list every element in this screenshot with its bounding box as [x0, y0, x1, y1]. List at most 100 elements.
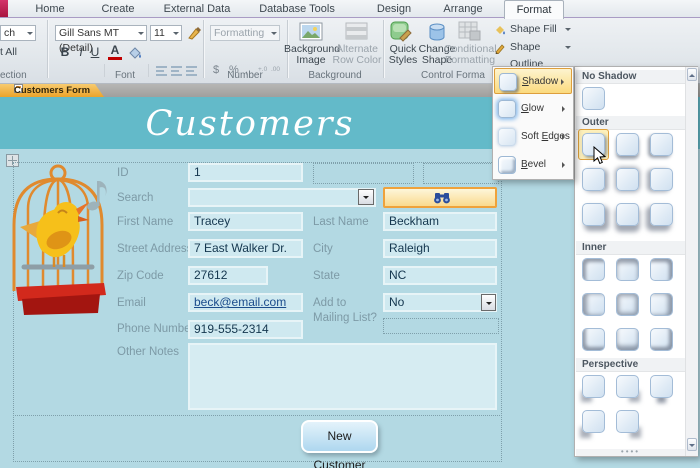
shadow-thumbnail[interactable]	[582, 410, 605, 433]
shadow-thumbnail[interactable]	[616, 410, 639, 433]
section-header-inner: Inner	[576, 241, 685, 255]
conditional-formatting-button[interactable]: Conditional Formatting	[444, 44, 497, 66]
tab-format[interactable]: Format	[504, 0, 564, 19]
tab-design[interactable]: Design	[366, 0, 422, 17]
section-divider	[13, 415, 500, 416]
binoculars-icon	[434, 193, 450, 204]
shape-fill-icon	[496, 26, 505, 35]
email-link[interactable]: beck@email.com	[194, 295, 286, 309]
panel-resize-grip[interactable]: ••••	[576, 448, 685, 456]
fill-color-icon[interactable]	[128, 46, 143, 59]
shadow-thumbnail[interactable]	[616, 133, 639, 156]
email-label: Email	[117, 297, 146, 309]
street-address-field[interactable]: 7 East Walker Dr.	[188, 239, 303, 258]
select-all-button[interactable]: t All	[0, 47, 30, 58]
shadow-thumbnail[interactable]	[582, 203, 605, 226]
id-field[interactable]: 1	[188, 163, 303, 182]
scroll-down-button[interactable]	[687, 438, 697, 451]
shadow-thumbnail-none[interactable]	[582, 87, 605, 110]
number-group-label: Number	[227, 70, 263, 81]
italic-button[interactable]: I	[74, 44, 88, 60]
bold-button[interactable]: B	[58, 44, 72, 60]
shadow-thumbnail[interactable]	[582, 168, 605, 191]
shadow-thumbnail[interactable]	[650, 168, 673, 191]
shape-outline-button[interactable]: Shape Outline	[494, 39, 574, 70]
group-separator	[203, 20, 204, 78]
menu-item-bevel[interactable]: Bevel	[494, 152, 572, 178]
tab-home[interactable]: Home	[22, 0, 78, 17]
soft-edges-preview-icon	[498, 128, 516, 146]
conditional-formatting-icon[interactable]	[458, 21, 482, 43]
shadow-thumbnail[interactable]	[650, 375, 673, 398]
submenu-arrow-icon	[562, 134, 568, 140]
other-notes-field[interactable]	[188, 343, 497, 410]
form-title: Customers	[145, 104, 355, 144]
font-name-combo[interactable]: Gill Sans MT (Detail)	[55, 25, 147, 54]
alternate-row-color-icon[interactable]	[345, 22, 368, 41]
panel-scrollbar[interactable]	[685, 67, 698, 456]
change-shape-icon[interactable]	[426, 21, 448, 43]
shadow-thumbnail[interactable]	[616, 203, 639, 226]
mailing-list-dropdown-button[interactable]	[481, 294, 496, 311]
tab-arrange[interactable]: Arrange	[434, 0, 492, 17]
first-name-label: First Name	[117, 216, 174, 228]
phone-number-field[interactable]: 919-555-2314	[188, 320, 303, 339]
shadow-thumbnail[interactable]	[582, 375, 605, 398]
menu-item-shadow[interactable]: Shadow	[494, 68, 572, 94]
shape-fill-button[interactable]: Shape Fill	[494, 21, 574, 38]
shadow-thumbnail[interactable]	[616, 293, 639, 316]
state-label: State	[313, 270, 340, 282]
object-selector-combo[interactable]: ch	[0, 25, 36, 41]
shadow-thumbnail[interactable]	[616, 168, 639, 191]
first-name-field[interactable]: Tracey	[188, 212, 303, 231]
file-tab[interactable]	[0, 0, 8, 17]
quick-styles-icon[interactable]	[390, 21, 415, 43]
shadow-thumbnail[interactable]	[650, 258, 673, 281]
shadow-thumbnail[interactable]	[582, 328, 605, 351]
mailing-list-label-line2: Mailing List?	[313, 312, 377, 324]
shadow-thumbnail[interactable]	[582, 293, 605, 316]
phone-number-label: Phone Number	[117, 323, 195, 335]
last-name-field[interactable]: Beckham	[383, 212, 497, 231]
tab-external-data[interactable]: External Data	[155, 0, 239, 17]
tab-create[interactable]: Create	[92, 0, 144, 17]
empty-layout-cell	[423, 163, 499, 184]
font-size-combo[interactable]: 11	[150, 25, 182, 41]
document-tab-customers-form[interactable]: Customers Form	[0, 84, 104, 97]
menu-item-soft-edges[interactable]: Soft Edges	[494, 124, 572, 150]
scroll-up-button[interactable]	[687, 68, 697, 81]
search-label: Search	[117, 192, 154, 204]
find-button[interactable]	[383, 187, 497, 208]
other-notes-label: Other Notes	[117, 346, 179, 358]
format-painter-icon[interactable]	[186, 25, 202, 41]
shadow-thumbnail[interactable]	[650, 133, 673, 156]
submenu-arrow-icon	[561, 79, 567, 85]
align-center-icon[interactable]	[171, 65, 184, 77]
font-color-button[interactable]: A	[108, 44, 122, 60]
state-field[interactable]: NC	[383, 266, 497, 285]
font-group-label: Font	[114, 70, 135, 81]
shadow-thumbnail[interactable]	[582, 258, 605, 281]
shadow-thumbnail[interactable]	[650, 293, 673, 316]
zip-code-field[interactable]: 27612	[188, 266, 268, 285]
alternate-row-color-button[interactable]: Alternate Row Color	[330, 44, 384, 66]
tab-database-tools[interactable]: Database Tools	[250, 0, 344, 17]
background-image-icon[interactable]	[299, 22, 323, 41]
mailing-list-combo[interactable]: No	[383, 293, 497, 312]
align-right-icon[interactable]	[186, 65, 199, 77]
new-customer-button[interactable]: New Customer	[301, 420, 378, 468]
submenu-arrow-icon	[562, 106, 568, 112]
menu-item-glow[interactable]: Glow	[494, 96, 572, 122]
shadow-thumbnail[interactable]	[616, 258, 639, 281]
shadow-thumbnail[interactable]	[616, 328, 639, 351]
ribbon-tab-bar: Home Create External Data Database Tools…	[0, 0, 700, 19]
shadow-thumbnail[interactable]	[616, 375, 639, 398]
underline-button[interactable]: U	[88, 44, 102, 60]
search-combo-dropdown-button[interactable]	[358, 189, 374, 205]
email-field[interactable]: beck@email.com	[188, 293, 303, 312]
city-field[interactable]: Raleigh	[383, 239, 497, 258]
shadow-thumbnail[interactable]	[650, 328, 673, 351]
number-format-combo[interactable]: Formatting	[210, 25, 280, 41]
shadow-thumbnail[interactable]	[650, 203, 673, 226]
search-combo[interactable]	[188, 188, 376, 207]
